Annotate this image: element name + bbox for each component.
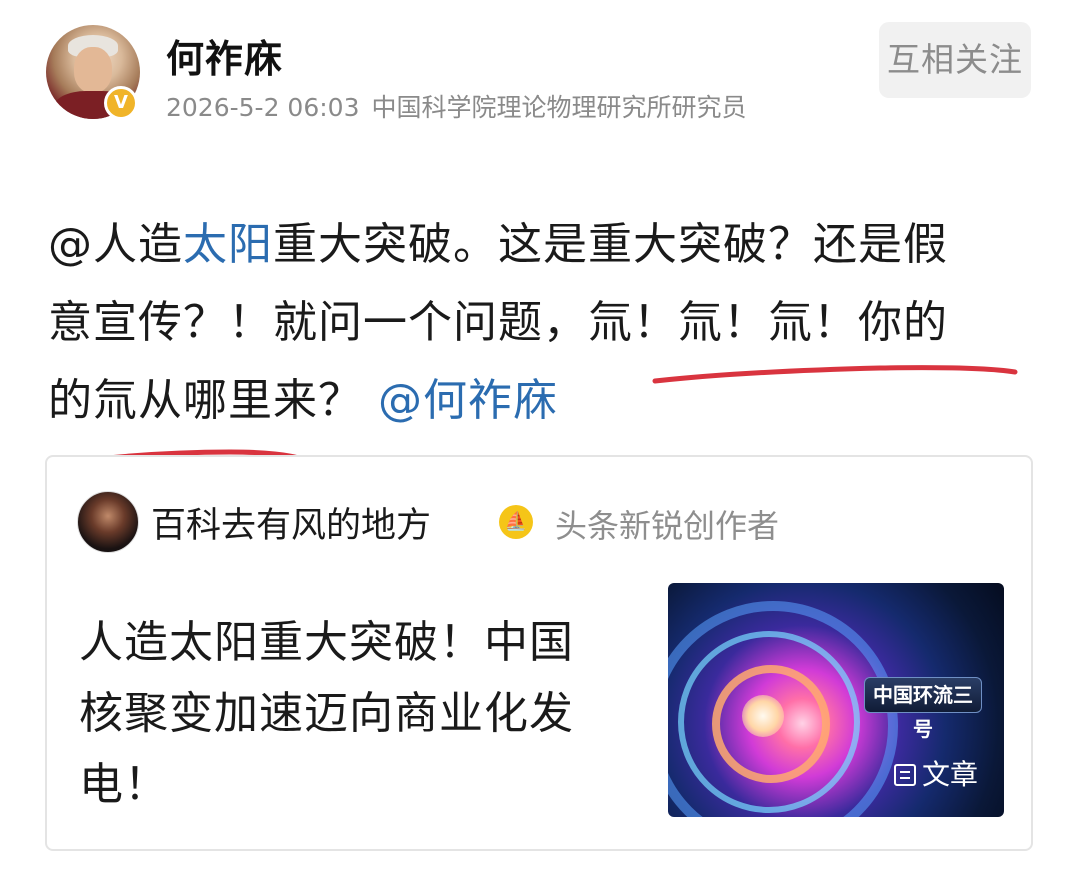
author-name[interactable]: 何祚庥	[166, 28, 283, 83]
title-line: 核聚变加速迈向商业化发	[79, 688, 574, 739]
mention-link[interactable]: @何祚庥	[378, 375, 558, 426]
follow-button[interactable]: 互相关注	[879, 22, 1031, 98]
title-line: 人造太阳重大突破！中国	[79, 617, 574, 668]
article-type-text: 文章	[921, 758, 978, 791]
repost-article-title[interactable]: 人造太阳重大突破！中国 核聚变加速迈向商业化发 电！	[79, 607, 639, 820]
plasma-core	[742, 695, 784, 737]
verified-icon: V	[104, 86, 138, 120]
article-thumbnail[interactable]: 中国环流三号 文章	[668, 583, 1004, 817]
post-text-segment: 重大突破。这是重大突破？还是假	[273, 219, 948, 270]
post-line-1: @人造太阳重大突破。这是重大突破？还是假	[48, 206, 1028, 284]
article-type-label: 文章	[893, 753, 978, 793]
post-timestamp: 2026-5-2 06:03	[166, 93, 360, 122]
post-body: @人造太阳重大突破。这是重大突破？还是假 意宣传？！就问一个问题，氚！氚！氚！你…	[48, 206, 1028, 440]
repost-author-avatar[interactable]	[77, 491, 139, 553]
document-icon	[893, 764, 916, 786]
repost-author-title: 头条新锐创作者	[555, 507, 780, 545]
post-line-2: 意宣传？！就问一个问题，氚！氚！氚！你的	[48, 297, 948, 348]
post-meta: 2026-5-2 06:03 中国科学院理论物理研究所研究员	[166, 88, 747, 124]
hashtag-link[interactable]: 太阳	[183, 219, 273, 270]
post-line-3: 的氚从哪里来？ @何祚庥	[48, 362, 1028, 440]
sail-icon: ⛵	[499, 505, 533, 539]
thumbnail-caption: 中国环流三号	[864, 677, 982, 741]
title-line: 电！	[79, 759, 169, 810]
post-text-segment: 的氚从哪里来？	[48, 375, 363, 426]
post-text-segment: @人造	[48, 219, 183, 270]
repost-card[interactable]: 百科去有风的地方 ⛵ 头条新锐创作者 人造太阳重大突破！中国 核聚变加速迈向商业…	[45, 455, 1033, 851]
author-title: 中国科学院理论物理研究所研究员	[371, 93, 747, 122]
avatar-face	[74, 47, 112, 93]
repost-author-name[interactable]: 百科去有风的地方	[151, 497, 431, 548]
